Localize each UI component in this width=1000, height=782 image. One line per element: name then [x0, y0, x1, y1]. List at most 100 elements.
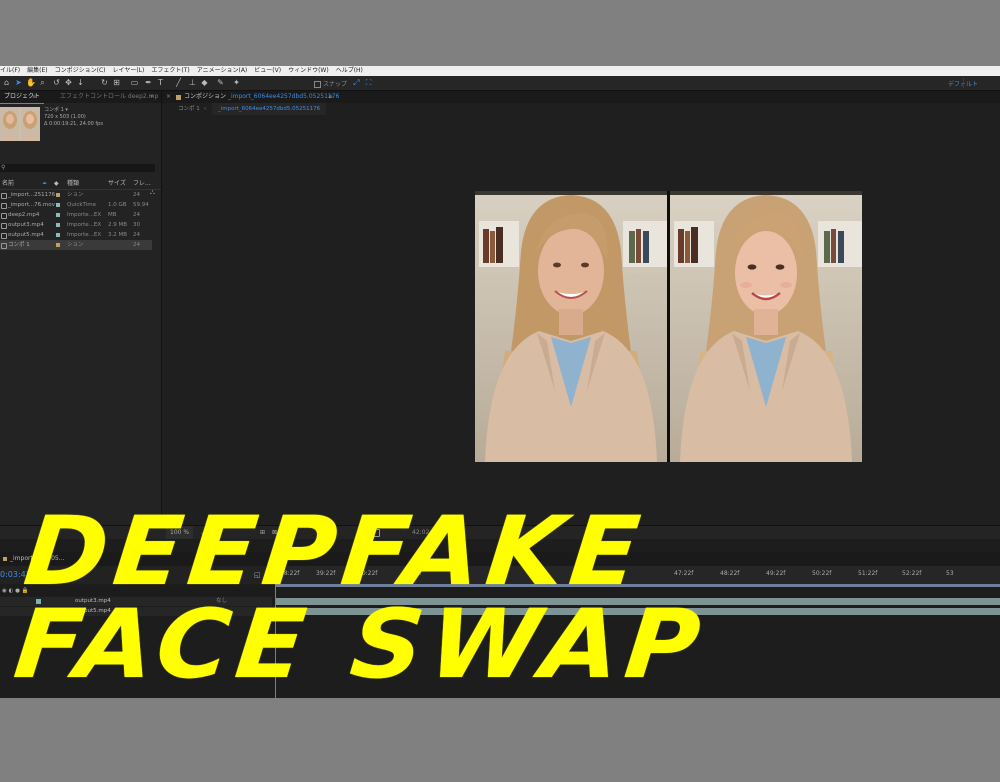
rectangle-icon[interactable]: ▭ — [130, 78, 139, 87]
item-frame-rate: 30 — [133, 222, 140, 228]
label-color-swatch[interactable] — [56, 243, 60, 247]
headline-overlay: DEEPFAKE FACE SWAP — [10, 496, 719, 700]
swapped-face-image — [670, 191, 862, 462]
eraser-icon[interactable]: ◆ — [200, 78, 209, 87]
item-name: コンポ 1 — [8, 242, 30, 248]
meta-comp-name: コンポ 1 ▾ — [44, 107, 68, 113]
original-face-frame — [475, 191, 667, 462]
swapped-face-frame — [670, 191, 862, 462]
composition-viewer[interactable] — [475, 191, 862, 462]
menu-effect[interactable]: エフェクト(T) — [151, 66, 189, 76]
dolly-icon[interactable]: ↓ — [76, 78, 85, 87]
type-icon[interactable]: T — [156, 78, 165, 87]
tools-bar: ⌂ ➤ ✋ ⌕ ↺ ✥ ↓ ↻ ⊞ ▭ ✒ T ╱ ⊥ ◆ ✎ ✦ スナップ ⤢… — [0, 76, 1000, 91]
composition-panel: × コンポジション _import_6064ee4257dbd5.0525117… — [162, 91, 1000, 525]
footage-icon — [1, 203, 7, 209]
pan-icon[interactable]: ✥ — [64, 78, 73, 87]
project-list-item[interactable]: _import...76.mov QuickTime 1.0 GB 59.94 — [0, 200, 152, 210]
item-size: 1.0 GB — [108, 202, 127, 208]
item-name: _import...76.mov — [8, 202, 55, 208]
menu-composition[interactable]: コンポジション(C) — [55, 66, 106, 76]
label-column-icon[interactable]: ◆ — [54, 179, 59, 189]
menu-animation[interactable]: アニメーション(A) — [197, 66, 248, 76]
project-list-item[interactable]: output5.mp4 Importe...EX 3.2 MB 24 — [0, 230, 152, 240]
ruler-tick-label: 53 — [946, 570, 954, 577]
item-size: 2.9 MB — [108, 222, 128, 228]
rotate-icon[interactable]: ↻ — [100, 78, 109, 87]
project-search-input[interactable]: ⚲ — [0, 164, 155, 172]
label-color-swatch[interactable] — [56, 233, 60, 237]
anchor-icon[interactable]: ⊞ — [112, 78, 121, 87]
stamp-icon[interactable]: ⊥ — [188, 78, 197, 87]
item-name: output3.mp4 — [8, 222, 44, 228]
label-color-swatch[interactable] — [56, 193, 60, 197]
meta-duration: Δ 0:00:19:21, 24.00 fps — [44, 121, 103, 127]
item-type: Importe...EX — [67, 212, 102, 218]
item-frame-rate: 24 — [133, 212, 140, 218]
menu-view[interactable]: ビュー(V) — [254, 66, 281, 76]
pen-icon[interactable]: ✒ — [144, 78, 153, 87]
roto-icon[interactable]: ✎ — [216, 78, 225, 87]
item-type: Importe...EX — [67, 222, 102, 228]
item-frame-rate: 24 — [133, 232, 140, 238]
composition-tabs: × コンポジション _import_6064ee4257dbd5.0525117… — [162, 91, 1000, 103]
ruler-tick-label: 52:22f — [902, 570, 922, 577]
more-tabs-icon[interactable]: » — [150, 91, 154, 103]
menu-layer[interactable]: レイヤー(L) — [113, 66, 145, 76]
hand-icon[interactable]: ✋ — [26, 78, 36, 87]
menu-window[interactable]: ウィンドウ(W) — [288, 66, 329, 76]
snap-toggle[interactable]: スナップ — [314, 79, 347, 88]
sort-arrow-icon[interactable]: ⏶ — [42, 179, 47, 189]
brush-icon[interactable]: ╱ — [174, 78, 183, 87]
lock-icon[interactable] — [176, 95, 181, 100]
nav-parent-comp[interactable]: コンポ 1 — [178, 103, 200, 115]
project-list-item[interactable]: output3.mp4 Importe...EX 2.9 MB 30 — [0, 220, 152, 230]
menu-help[interactable]: ヘルプ(H) — [336, 66, 363, 76]
column-frame-rate[interactable]: フレ... — [133, 179, 151, 189]
zoom-icon[interactable]: ⌕ — [38, 78, 47, 87]
tab-project[interactable]: プロジェクト — [0, 91, 45, 104]
tab-composition[interactable]: コンポジション _import_6064ee4257dbd5.05251176 — [184, 91, 339, 103]
project-item-meta: コンポ 1 ▾ 720 x 503 (1.00) Δ 0:00:19:21, 2… — [44, 107, 103, 128]
item-name: deep2.mp4 — [8, 212, 40, 218]
menu-edit[interactable]: 編集(E) — [27, 66, 47, 76]
lock-icon[interactable] — [3, 557, 7, 561]
ruler-tick-label: 49:22f — [766, 570, 786, 577]
snap-feature-icon[interactable]: ⛶ — [364, 78, 373, 87]
project-list-item[interactable]: deep2.mp4 Importe...EX MB 24 — [0, 210, 152, 220]
label-color-swatch[interactable] — [56, 223, 60, 227]
puppet-icon[interactable]: ✦ — [232, 78, 241, 87]
toolbar-divider — [963, 78, 964, 88]
label-color-swatch[interactable] — [56, 213, 60, 217]
project-list-item[interactable]: _import...251176 ション 24 — [0, 190, 152, 200]
menu-file[interactable]: イル(F) — [0, 66, 20, 76]
snap-checkbox[interactable] — [314, 81, 321, 88]
footage-icon — [1, 223, 7, 229]
tab-effect-controls[interactable]: エフェクトコントロール deep2.mp — [60, 91, 158, 103]
item-name: _import...251176 — [8, 192, 56, 198]
original-face-image — [475, 191, 667, 462]
snap-option-icon[interactable]: ⤢ — [352, 78, 361, 87]
home-icon[interactable]: ⌂ — [2, 78, 11, 87]
tab-composition-name: _import_6064ee4257dbd5.05251176 — [227, 93, 340, 100]
ruler-tick-label: 51:22f — [858, 570, 878, 577]
label-color-swatch[interactable] — [56, 203, 60, 207]
item-name: output5.mp4 — [8, 232, 44, 238]
orbit-icon[interactable]: ↺ — [52, 78, 61, 87]
footage-icon — [1, 213, 7, 219]
item-frame-rate: 59.94 — [133, 202, 149, 208]
project-list-item[interactable]: コンポ 1 ション 24 — [0, 240, 152, 250]
column-size[interactable]: サイズ — [108, 179, 126, 189]
footage-icon — [1, 193, 7, 199]
column-name[interactable]: 名前 — [2, 179, 14, 189]
project-panel: プロジェクト ≡ エフェクトコントロール deep2.mp » コンポ 1 ▾ … — [0, 91, 162, 525]
column-type[interactable]: 種類 — [67, 179, 79, 189]
panel-menu-icon[interactable]: ≡ — [328, 91, 333, 103]
selection-icon[interactable]: ➤ — [14, 78, 23, 87]
project-panel-tabs: プロジェクト ≡ エフェクトコントロール deep2.mp » — [0, 91, 161, 104]
project-list-header: 名前 ⏶ ◆ 種類 サイズ フレ... — [0, 179, 161, 190]
nav-current-comp[interactable]: _import_6064ee4257dbd5.05251176 — [212, 103, 327, 115]
search-icon: ⚲ — [1, 164, 6, 171]
panel-menu-icon[interactable]: ≡ — [32, 91, 37, 103]
close-tab-icon[interactable]: × — [166, 91, 171, 103]
